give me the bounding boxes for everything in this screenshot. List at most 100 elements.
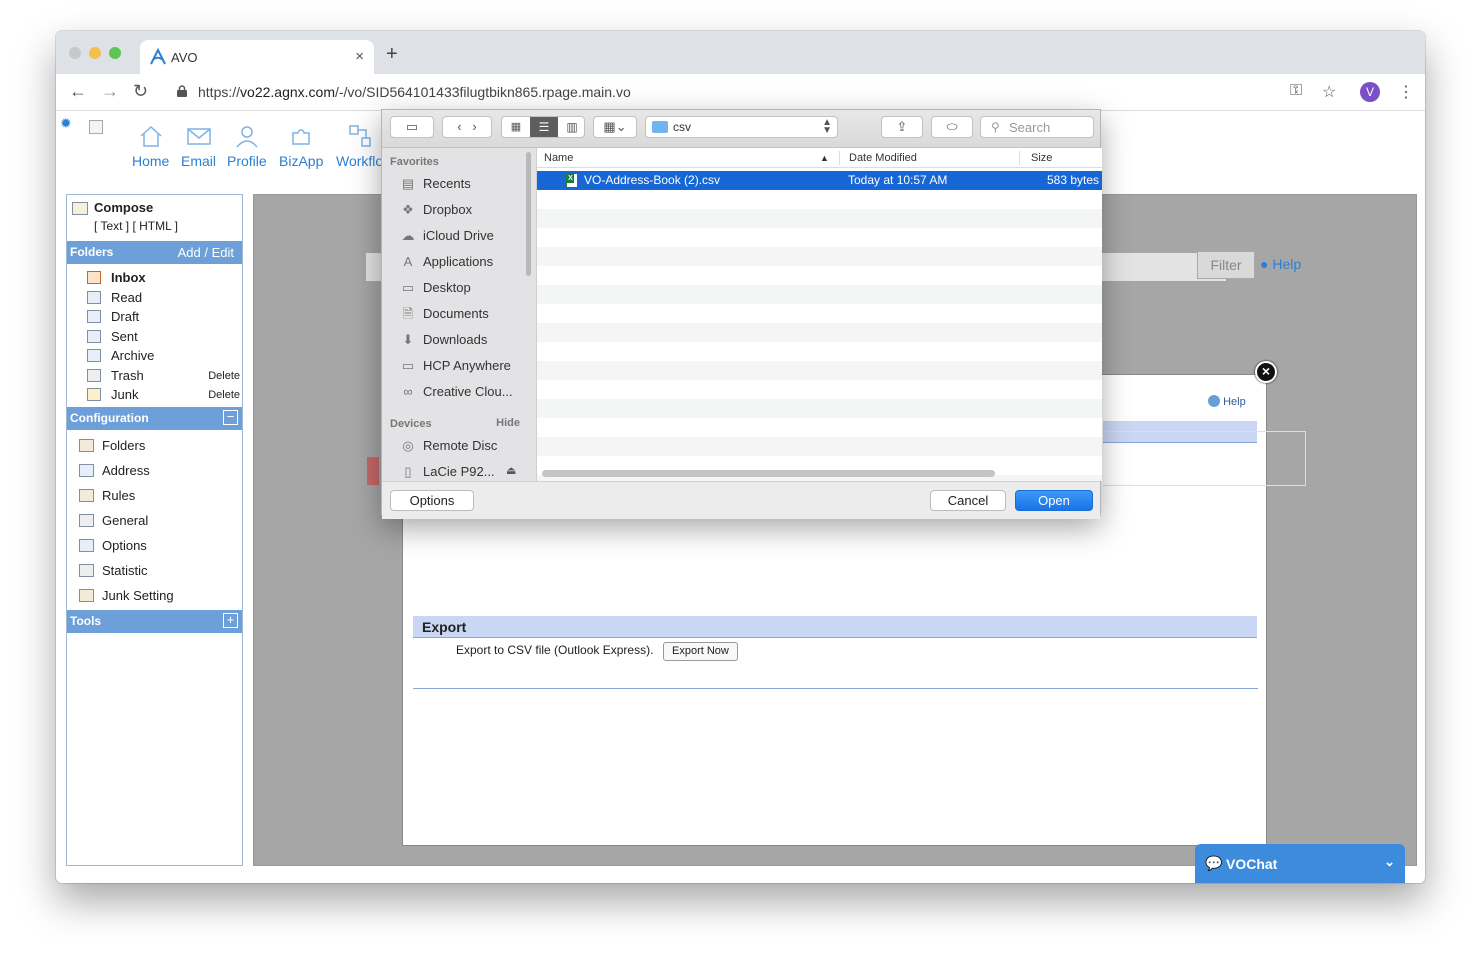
folder-read[interactable]: Read [67, 288, 242, 308]
column-date-modified[interactable]: Date Modified [849, 152, 917, 164]
address-book-icon [79, 463, 94, 477]
modal-help-link[interactable]: Help [1208, 395, 1246, 408]
folder-junk[interactable]: Junk Delete [67, 385, 242, 405]
browser-tab[interactable]: AVO × [140, 40, 374, 74]
config-folders[interactable]: Folders [67, 433, 242, 458]
folder-label: Inbox [111, 270, 146, 285]
folder-trash[interactable]: Trash Delete [67, 366, 242, 386]
sidebar-item-desktop[interactable]: ▭ Desktop [382, 276, 530, 300]
sidebar-item-label: Desktop [423, 280, 471, 295]
star-icon[interactable]: ☆ [1322, 82, 1336, 102]
dialog-toolbar: ▭ ‹ › ▦ ☰ ▥ ▦⌄ csv ▲ ▼ ⇪ ⬭ ⚲ Search [382, 110, 1100, 148]
sidebar-toggle-button[interactable]: ▭ [390, 116, 434, 138]
column-size[interactable]: Size [1031, 152, 1052, 164]
back-forward-buttons[interactable]: ‹ › [442, 116, 492, 138]
help-link[interactable]: ● Help [1260, 256, 1301, 272]
options-button[interactable]: Options [390, 490, 474, 511]
nav-profile-label: Profile [227, 153, 267, 169]
vochat-widget[interactable]: 💬 VOChat ⌄ [1195, 844, 1405, 883]
config-address[interactable]: Address [67, 458, 242, 483]
eject-icon[interactable]: ⏏ [506, 464, 516, 477]
sidebar-item-remote-disc[interactable]: ◎ Remote Disc [382, 434, 530, 458]
file-list: Name ▲ Date Modified Size VO-Address-Boo… [537, 148, 1102, 481]
sidebar-item-icloud[interactable]: ☁ iCloud Drive [382, 224, 530, 248]
person-icon [236, 126, 258, 148]
view-mode-control[interactable]: ▦ ☰ ▥ [501, 116, 585, 138]
search-field[interactable]: ⚲ Search [980, 116, 1094, 138]
nav-workflow[interactable]: Workflo [336, 123, 383, 169]
folders-add-edit-link[interactable]: Add / Edit [178, 241, 234, 264]
config-options[interactable]: Options [67, 533, 242, 558]
share-button[interactable]: ⇪ [881, 116, 923, 138]
config-statistic[interactable]: Statistic [67, 558, 242, 583]
sidebar-item-hcp-anywhere[interactable]: ▭ HCP Anywhere [382, 354, 530, 378]
nav-email[interactable]: Email [181, 123, 216, 169]
modal-close-icon[interactable]: × [1255, 361, 1277, 383]
file-list-header: Name ▲ Date Modified Size [537, 148, 1102, 168]
config-general[interactable]: General [67, 508, 242, 533]
tools-header: Tools + [67, 609, 242, 633]
column-view-icon[interactable]: ▥ [558, 117, 586, 137]
nav-home[interactable]: Home [132, 123, 169, 169]
sent-icon [87, 329, 101, 343]
compose-link[interactable]: Compose [94, 200, 153, 215]
close-window-button[interactable] [69, 47, 81, 59]
sort-ascending-icon[interactable]: ▲ [820, 153, 829, 163]
browser-toolbar: ← → ↻ https://vo22.agnx.com/-/vo/SID5641… [56, 74, 1425, 111]
sidebar-item-creative-cloud[interactable]: ∞ Creative Clou... [382, 380, 530, 404]
chevron-down-icon[interactable]: ⌄ [1384, 854, 1395, 870]
folder-sent[interactable]: Sent [67, 327, 242, 347]
nav-bizapp[interactable]: BizApp [279, 123, 323, 169]
open-button[interactable]: Open [1015, 490, 1093, 511]
tags-button[interactable]: ⬭ [931, 116, 973, 138]
devices-hide-link[interactable]: Hide [496, 417, 520, 429]
arrange-button[interactable]: ▦⌄ [593, 116, 637, 138]
sidebar-item-label: Downloads [423, 332, 488, 347]
key-icon[interactable]: ⚿ [1290, 82, 1302, 100]
file-size: 583 bytes [1047, 173, 1100, 187]
compose-format-links[interactable]: [ Text ] [ HTML ] [94, 219, 178, 233]
filter-button[interactable]: Filter [1197, 251, 1255, 279]
list-stripe [537, 285, 1102, 304]
new-tab-button[interactable]: + [386, 43, 398, 66]
devices-header: Devices [390, 418, 432, 430]
expand-icon[interactable]: + [223, 612, 238, 628]
back-icon[interactable]: ← [69, 81, 87, 102]
sidebar-item-documents[interactable]: 🗎 Documents [382, 302, 530, 326]
horizontal-scrollbar[interactable] [542, 470, 995, 477]
nav-profile[interactable]: Profile [227, 123, 267, 169]
trash-delete-link[interactable]: Delete [208, 367, 240, 386]
sidebar-item-label: Remote Disc [423, 438, 498, 453]
cloud-icon: ☁ [401, 228, 415, 243]
sidebar-item-applications[interactable]: A Applications [382, 250, 530, 274]
list-view-icon[interactable]: ☰ [530, 117, 558, 137]
folder-draft[interactable]: Draft [67, 307, 242, 327]
menu-kebab-icon[interactable]: ⋮ [1398, 82, 1414, 102]
sidebar-item-dropbox[interactable]: ❖ Dropbox [382, 198, 530, 222]
collapse-icon[interactable]: − [223, 409, 238, 425]
maximize-window-button[interactable] [109, 47, 121, 59]
minimize-window-button[interactable] [89, 47, 101, 59]
sidebar-item-recents[interactable]: ▤ Recents [382, 172, 530, 196]
profile-avatar[interactable]: V [1360, 82, 1380, 102]
reload-icon[interactable]: ↻ [133, 81, 148, 102]
config-rules[interactable]: Rules [67, 483, 242, 508]
folder-inbox[interactable]: Inbox [67, 268, 242, 288]
config-junk-setting[interactable]: Junk Setting [67, 583, 242, 608]
file-row-selected[interactable]: VO-Address-Book (2).csv Today at 10:57 A… [537, 171, 1102, 190]
forward-icon[interactable]: → [101, 81, 119, 102]
tab-close-icon[interactable]: × [355, 48, 364, 65]
icon-view-icon[interactable]: ▦ [502, 117, 530, 137]
column-name[interactable]: Name [544, 152, 573, 164]
address-bar[interactable]: https://vo22.agnx.com/-/vo/SID564101433f… [198, 84, 631, 100]
junk-delete-link[interactable]: Delete [208, 386, 240, 405]
sidebar-item-downloads[interactable]: ⬇ Downloads [382, 328, 530, 352]
folder-archive[interactable]: Archive [67, 346, 242, 366]
export-now-button[interactable]: Export Now [663, 642, 738, 661]
tab-strip: AVO × + [56, 31, 1425, 74]
sidebar-item-label: iCloud Drive [423, 228, 494, 243]
config-label: Statistic [102, 562, 148, 578]
cancel-button[interactable]: Cancel [930, 490, 1006, 511]
path-popup[interactable]: csv ▲ ▼ [645, 116, 838, 138]
archive-icon [87, 349, 101, 362]
